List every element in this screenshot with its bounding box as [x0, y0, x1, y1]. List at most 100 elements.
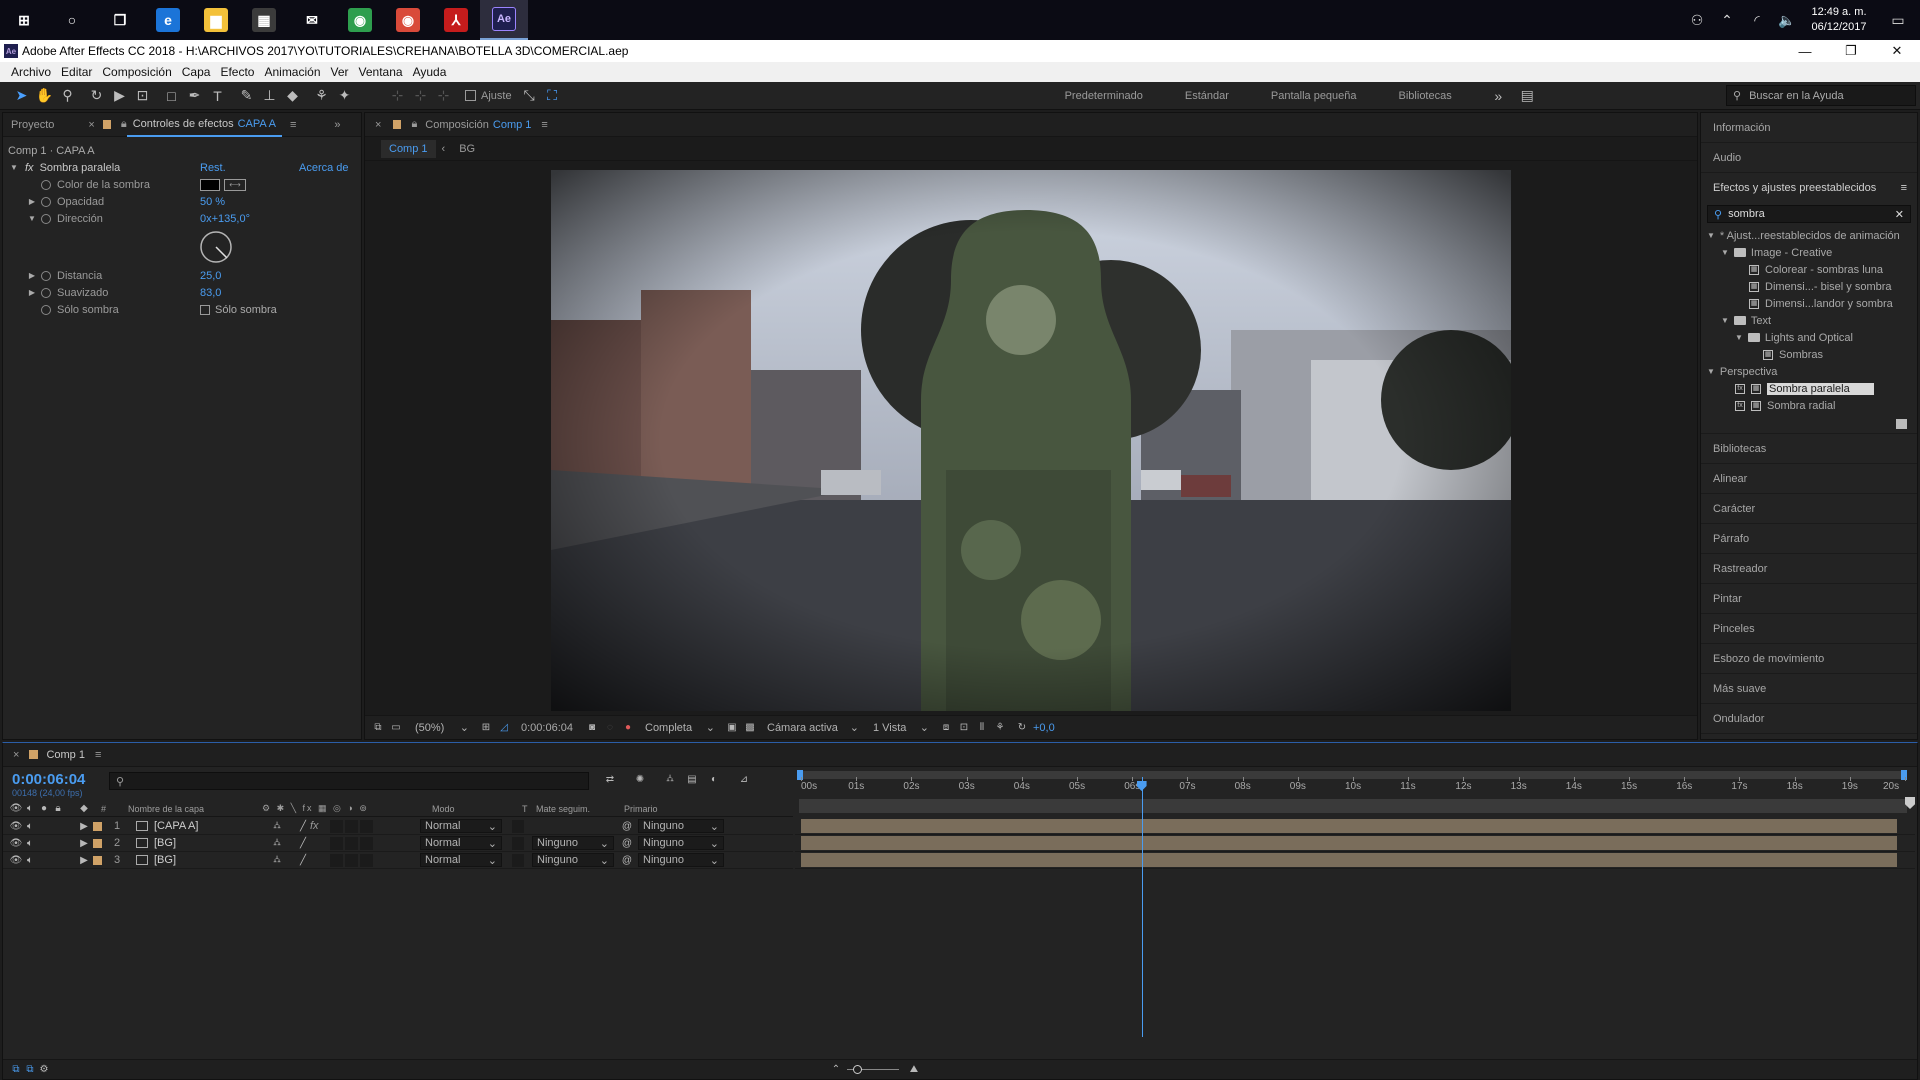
layer-duration-bar[interactable] [801, 819, 1897, 833]
taskbar-app-store[interactable]: ▦ [240, 0, 288, 40]
preserve-transparency-box[interactable] [512, 819, 524, 833]
views-dropdown[interactable]: 1 Vista ⌄ [869, 721, 933, 735]
layer-row[interactable]: 👁︎ 🔈︎ ▶ 2 [BG] ⛼ ╱ Normal ⌄ Ninguno ⌄ @ Ninguno ⌄ [3, 835, 793, 852]
switch-boxes[interactable] [330, 836, 420, 850]
eraser-tool-icon[interactable]: ◆ [281, 85, 304, 107]
workspace-tab-3[interactable]: Bibliotecas [1378, 90, 1473, 102]
breadcrumb-comp[interactable]: Comp 1 [381, 139, 436, 158]
video-switch-icon[interactable]: 👁︎ [9, 802, 23, 816]
menu-item-5[interactable]: Animación [259, 65, 325, 79]
layer-name[interactable]: [BG] [154, 854, 270, 866]
pen-tool-icon[interactable]: ✒ [183, 85, 206, 107]
speaker-icon[interactable]: 🔈︎ [23, 819, 37, 833]
tree-item[interactable]: ▼ Text [1705, 312, 1917, 329]
shy-switch-icon[interactable]: ⛼ [270, 836, 284, 850]
lock-toggle[interactable] [51, 819, 65, 833]
shadow-only-checkbox[interactable] [200, 304, 210, 315]
layer-label-color[interactable] [93, 838, 102, 848]
distance-value[interactable]: 25,0 [200, 270, 221, 282]
channels-icon[interactable]: ● [621, 721, 635, 735]
tree-item[interactable]: ▼ Lights and Optical [1705, 329, 1917, 346]
solo-toggle[interactable] [37, 836, 51, 850]
panel-item-bottom_items-7[interactable]: Esbozo de movimiento [1701, 644, 1917, 674]
direction-dial[interactable] [199, 230, 233, 264]
menu-item-8[interactable]: Ayuda [408, 65, 452, 79]
layer-label-color[interactable] [93, 855, 102, 865]
speaker-icon[interactable]: 🔈︎ [23, 853, 37, 867]
taskbar-app-chrome-profile[interactable]: ◉ [384, 0, 432, 40]
panel-menu-icon[interactable]: ≡ [541, 119, 547, 131]
taskbar-app-start[interactable]: ⊞ [0, 0, 48, 40]
layer-label-color[interactable] [93, 821, 102, 831]
expand-panels-icon[interactable]: » [334, 119, 340, 131]
monitor-icon[interactable]: ▭ [389, 721, 403, 735]
zoom-tool-icon[interactable]: ⚲ [56, 85, 79, 107]
clear-search-icon[interactable]: ✕ [1895, 208, 1904, 221]
eye-icon[interactable]: 👁︎ [9, 819, 23, 833]
taskbar-app-mail[interactable]: ✉ [288, 0, 336, 40]
pixel-aspect-icon[interactable]: ⊡ [957, 721, 971, 735]
collapse-triangle-icon[interactable]: ▼ [1721, 248, 1729, 257]
solo-toggle[interactable] [37, 853, 51, 867]
notifications-icon[interactable]: ▭ [1876, 0, 1920, 40]
time-ruler[interactable]: 00s 01s 02s 03s 04s 05s 06s 07s 08s 09s 10s 11s 12s 1… [801, 777, 1906, 797]
taskbar-app-cortana[interactable]: ○ [48, 0, 96, 40]
menu-item-2[interactable]: Composición [97, 65, 176, 79]
reset-link[interactable]: Rest. [200, 162, 226, 174]
roto-brush-tool-icon[interactable]: ⚘ [310, 85, 333, 107]
eye-icon[interactable]: 👁︎ [9, 853, 23, 867]
people-icon[interactable]: ⚇ [1682, 0, 1712, 40]
blend-mode-dropdown[interactable]: Normal ⌄ [420, 853, 502, 867]
workspace-menu-icon[interactable]: ▤ [1516, 85, 1539, 107]
snap-grid-icon[interactable]: ⛶ [541, 85, 564, 107]
tree-item[interactable]: ▼ Image - Creative [1705, 244, 1917, 261]
snap-checkbox[interactable] [465, 90, 476, 101]
tree-item[interactable]: fx ▦ Sombra radial [1705, 397, 1917, 414]
tree-item[interactable]: ▦ Sombras [1705, 346, 1917, 363]
eyedropper-icon[interactable]: ⟷ [224, 178, 246, 191]
new-folder-icon[interactable] [1896, 418, 1907, 429]
snap-edges-icon[interactable]: ⤡ [518, 85, 541, 107]
label-column-icon[interactable]: ◆ [77, 802, 91, 816]
panel-menu-icon[interactable]: ≡ [290, 119, 296, 131]
clock[interactable]: 12:49 a. m. 06/12/2017 [1802, 5, 1876, 35]
pan-behind-tool-icon[interactable]: ⊡ [131, 85, 154, 107]
modes-toggle-icon[interactable]: ⧉ [23, 1063, 37, 1077]
speaker-icon[interactable]: 🔈︎ [23, 836, 37, 850]
timecode-display[interactable]: 0:00:06:04 00148 (24,00 fps) [12, 771, 85, 798]
rotate-tool-icon[interactable]: ↻ [85, 85, 108, 107]
parent-dropdown[interactable]: Ninguno ⌄ [638, 836, 724, 850]
safe-margins-icon[interactable]: ◿ [497, 721, 511, 735]
track-matte-dropdown[interactable]: Ninguno ⌄ [532, 853, 614, 867]
close-window-button[interactable]: ✕ [1874, 40, 1920, 62]
help-search-field[interactable]: ⚲ Buscar en la Ayuda [1726, 85, 1916, 106]
stopwatch-icon[interactable] [41, 179, 51, 190]
type-tool-icon[interactable]: T [206, 85, 229, 107]
layer-name[interactable]: [BG] [154, 837, 270, 849]
lock-icon[interactable] [393, 120, 402, 129]
zoom-slider-knob[interactable] [853, 1065, 862, 1074]
restore-button[interactable]: ❐ [1828, 40, 1874, 62]
camera-tool-icon[interactable]: ▶ [108, 85, 131, 107]
motion-blur-icon[interactable]: ◐ [707, 772, 721, 786]
axis-world-icon[interactable]: ⊹ [409, 85, 432, 107]
taskbar-app-edge[interactable]: e [144, 0, 192, 40]
track-matte-dropdown[interactable]: Ninguno ⌄ [532, 836, 614, 850]
panel-item-bottom_items-4[interactable]: Rastreador [1701, 554, 1917, 584]
expand-triangle-icon[interactable]: ▶ [27, 197, 37, 206]
pick-whip-icon[interactable]: @ [620, 819, 634, 833]
close-tab-icon[interactable]: × [375, 119, 381, 131]
menu-item-4[interactable]: Efecto [215, 65, 259, 79]
switch-boxes[interactable] [330, 819, 420, 833]
panel-item-bottom_items-2[interactable]: Carácter [1701, 494, 1917, 524]
workspace-tab-2[interactable]: Pantalla pequeña [1250, 90, 1378, 102]
preserve-transparency-box[interactable] [512, 836, 524, 850]
layer-duration-bar[interactable] [801, 836, 1897, 850]
layer-name[interactable]: [CAPA A] [154, 820, 270, 832]
brush-tool-icon[interactable]: ✎ [235, 85, 258, 107]
frame-blending-icon[interactable]: ▤ [685, 772, 699, 786]
tree-item[interactable]: ▦ Dimensi...- bisel y sombra [1705, 278, 1917, 295]
stopwatch-icon[interactable] [41, 270, 51, 281]
tab-project[interactable]: Proyecto [3, 113, 62, 137]
collapse-triangle-icon[interactable]: ▼ [9, 163, 19, 172]
